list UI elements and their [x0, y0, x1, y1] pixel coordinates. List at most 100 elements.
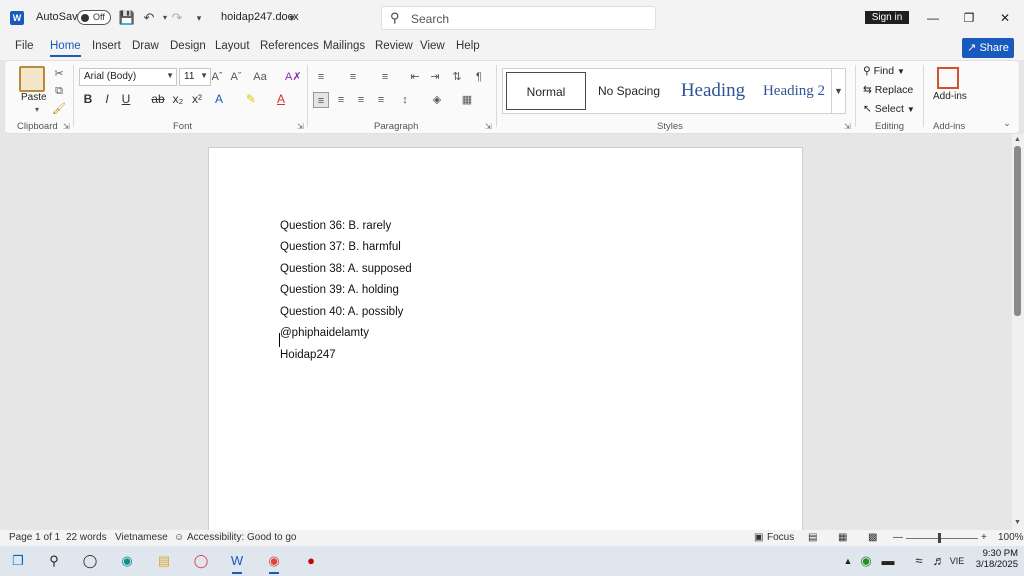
zoom-slider-thumb[interactable]: [938, 533, 941, 543]
find-button[interactable]: ⚲ Find ▼: [863, 65, 905, 77]
document-line[interactable]: Question 40: A. possibly: [280, 306, 403, 318]
zoom-out-icon[interactable]: —: [893, 532, 903, 543]
edge-icon[interactable]: ◉: [117, 552, 137, 570]
grow-font-icon[interactable]: Aˆ: [209, 69, 225, 85]
justify-icon[interactable]: ≡: [373, 92, 389, 108]
page-count[interactable]: Page 1 of 1: [9, 532, 60, 543]
show-formatting-icon[interactable]: ¶: [471, 69, 487, 85]
font-launcher-icon[interactable]: ⇲: [297, 122, 304, 131]
print-layout-icon[interactable]: ▦: [838, 532, 847, 543]
increase-indent-icon[interactable]: ⇥: [427, 69, 443, 85]
document-line[interactable]: Question 37: B. harmful: [280, 241, 401, 253]
task-view-icon[interactable]: ◯: [80, 552, 100, 570]
zoom-in-icon[interactable]: +: [981, 532, 987, 543]
borders-icon[interactable]: ▦: [459, 92, 475, 108]
superscript-icon[interactable]: x²: [189, 92, 205, 106]
tab-review[interactable]: Review: [375, 40, 413, 52]
subscript-icon[interactable]: x₂: [170, 92, 186, 106]
sort-icon[interactable]: ⇅: [449, 69, 465, 85]
tab-view[interactable]: View: [420, 40, 445, 52]
focus-button[interactable]: Focus: [767, 532, 794, 543]
align-right-icon[interactable]: ≡: [353, 92, 369, 108]
windows-start-icon[interactable]: ❒: [8, 552, 28, 570]
line-spacing-icon[interactable]: ↕: [397, 92, 413, 108]
numbering-icon[interactable]: ≡: [345, 69, 361, 85]
minimize-icon[interactable]: —: [918, 6, 948, 30]
tray-app-icon[interactable]: ▬: [878, 552, 898, 570]
close-icon[interactable]: ✕: [990, 6, 1020, 30]
styles-more-icon[interactable]: ▼: [831, 69, 845, 113]
search-icon[interactable]: ⚲: [44, 552, 64, 570]
document-line[interactable]: @phiphaidelamty: [280, 327, 369, 339]
tab-design[interactable]: Design: [170, 40, 206, 52]
copy-icon[interactable]: ⧉: [51, 83, 67, 99]
zoom-slider[interactable]: [906, 538, 978, 539]
redo-icon[interactable]: ↷: [168, 9, 186, 27]
addins-button[interactable]: Add-ins: [933, 91, 967, 102]
word-count[interactable]: 22 words: [66, 532, 107, 543]
paragraph-launcher-icon[interactable]: ⇲: [485, 122, 492, 131]
underline-icon[interactable]: U: [118, 92, 134, 106]
wifi-icon[interactable]: ≈: [909, 552, 929, 570]
tab-draw[interactable]: Draw: [132, 40, 159, 52]
signin-button[interactable]: Sign in: [865, 11, 909, 24]
align-center-icon[interactable]: ≡: [333, 92, 349, 108]
style-no-spacing[interactable]: No Spacing: [589, 72, 669, 110]
bold-icon[interactable]: B: [80, 92, 96, 106]
customize-toolbar-icon[interactable]: ▾: [190, 9, 208, 27]
align-left-icon[interactable]: ≡: [313, 92, 329, 108]
bullets-icon[interactable]: ≡: [313, 69, 329, 85]
language-status[interactable]: Vietnamese: [115, 532, 168, 543]
tab-references[interactable]: References: [260, 40, 319, 52]
clear-formatting-icon[interactable]: A✗: [285, 69, 302, 85]
styles-launcher-icon[interactable]: ⇲: [844, 122, 851, 131]
style-heading-2[interactable]: Heading 2: [757, 72, 831, 110]
italic-icon[interactable]: I: [99, 92, 115, 106]
font-size-field[interactable]: 11 ▼: [179, 68, 211, 86]
read-mode-icon[interactable]: ▤: [808, 532, 817, 543]
change-case-icon[interactable]: Aa: [252, 69, 268, 85]
replace-button[interactable]: ⇆ Replace: [863, 84, 913, 96]
recorder-icon[interactable]: ●: [301, 552, 321, 570]
document-page[interactable]: Question 36: B. rarely Question 37: B. h…: [208, 147, 803, 530]
clipboard-launcher-icon[interactable]: ⇲: [63, 122, 70, 131]
tray-app-icon[interactable]: ◉: [856, 552, 876, 570]
shading-icon[interactable]: ◈: [429, 92, 445, 108]
scrollbar-thumb[interactable]: [1014, 146, 1021, 316]
tab-mailings[interactable]: Mailings: [323, 40, 365, 52]
tray-chevron-icon[interactable]: ▲: [838, 552, 858, 570]
system-clock[interactable]: 9:30 PM 3/18/2025: [970, 548, 1018, 570]
vertical-scrollbar[interactable]: ▲ ▼: [1012, 134, 1024, 530]
cut-icon[interactable]: ✂: [51, 66, 67, 82]
font-color-icon[interactable]: A: [273, 92, 289, 106]
web-layout-icon[interactable]: ▩: [868, 532, 877, 543]
chrome-icon[interactable]: ◉: [264, 552, 284, 574]
tab-help[interactable]: Help: [456, 40, 480, 52]
paste-icon[interactable]: [19, 66, 45, 92]
tab-insert[interactable]: Insert: [92, 40, 121, 52]
chevron-down-icon[interactable]: ▼: [283, 9, 301, 27]
document-line[interactable]: Question 38: A. supposed: [280, 263, 412, 275]
select-button[interactable]: ↖ Select ▼: [863, 103, 915, 115]
tab-file[interactable]: File: [15, 40, 34, 52]
highlight-icon[interactable]: ✎: [243, 92, 259, 106]
document-line[interactable]: Question 36: B. rarely: [280, 220, 391, 232]
font-name-field[interactable]: Arial (Body) ▼: [79, 68, 177, 86]
decrease-indent-icon[interactable]: ⇤: [407, 69, 423, 85]
scroll-down-icon[interactable]: ▼: [1014, 519, 1021, 526]
style-heading[interactable]: Heading: [669, 72, 757, 110]
addins-icon[interactable]: [937, 67, 959, 89]
document-line[interactable]: Hoidap247: [280, 349, 336, 361]
style-normal[interactable]: Normal: [506, 72, 586, 110]
paste-dropdown-icon[interactable]: ▾: [29, 102, 45, 118]
file-explorer-icon[interactable]: ▤: [154, 552, 174, 570]
tab-layout[interactable]: Layout: [215, 40, 250, 52]
format-painter-icon[interactable]: 🖌: [51, 101, 67, 117]
multilevel-list-icon[interactable]: ≡: [377, 69, 393, 85]
share-button[interactable]: ↗ Share: [962, 38, 1014, 58]
accessibility-status[interactable]: Accessibility: Good to go: [187, 532, 297, 543]
save-icon[interactable]: 💾: [118, 9, 136, 27]
collapse-ribbon-icon[interactable]: ⌄: [999, 115, 1015, 131]
autosave-toggle[interactable]: Off: [77, 10, 111, 25]
shrink-font-icon[interactable]: Aˇ: [228, 69, 244, 85]
